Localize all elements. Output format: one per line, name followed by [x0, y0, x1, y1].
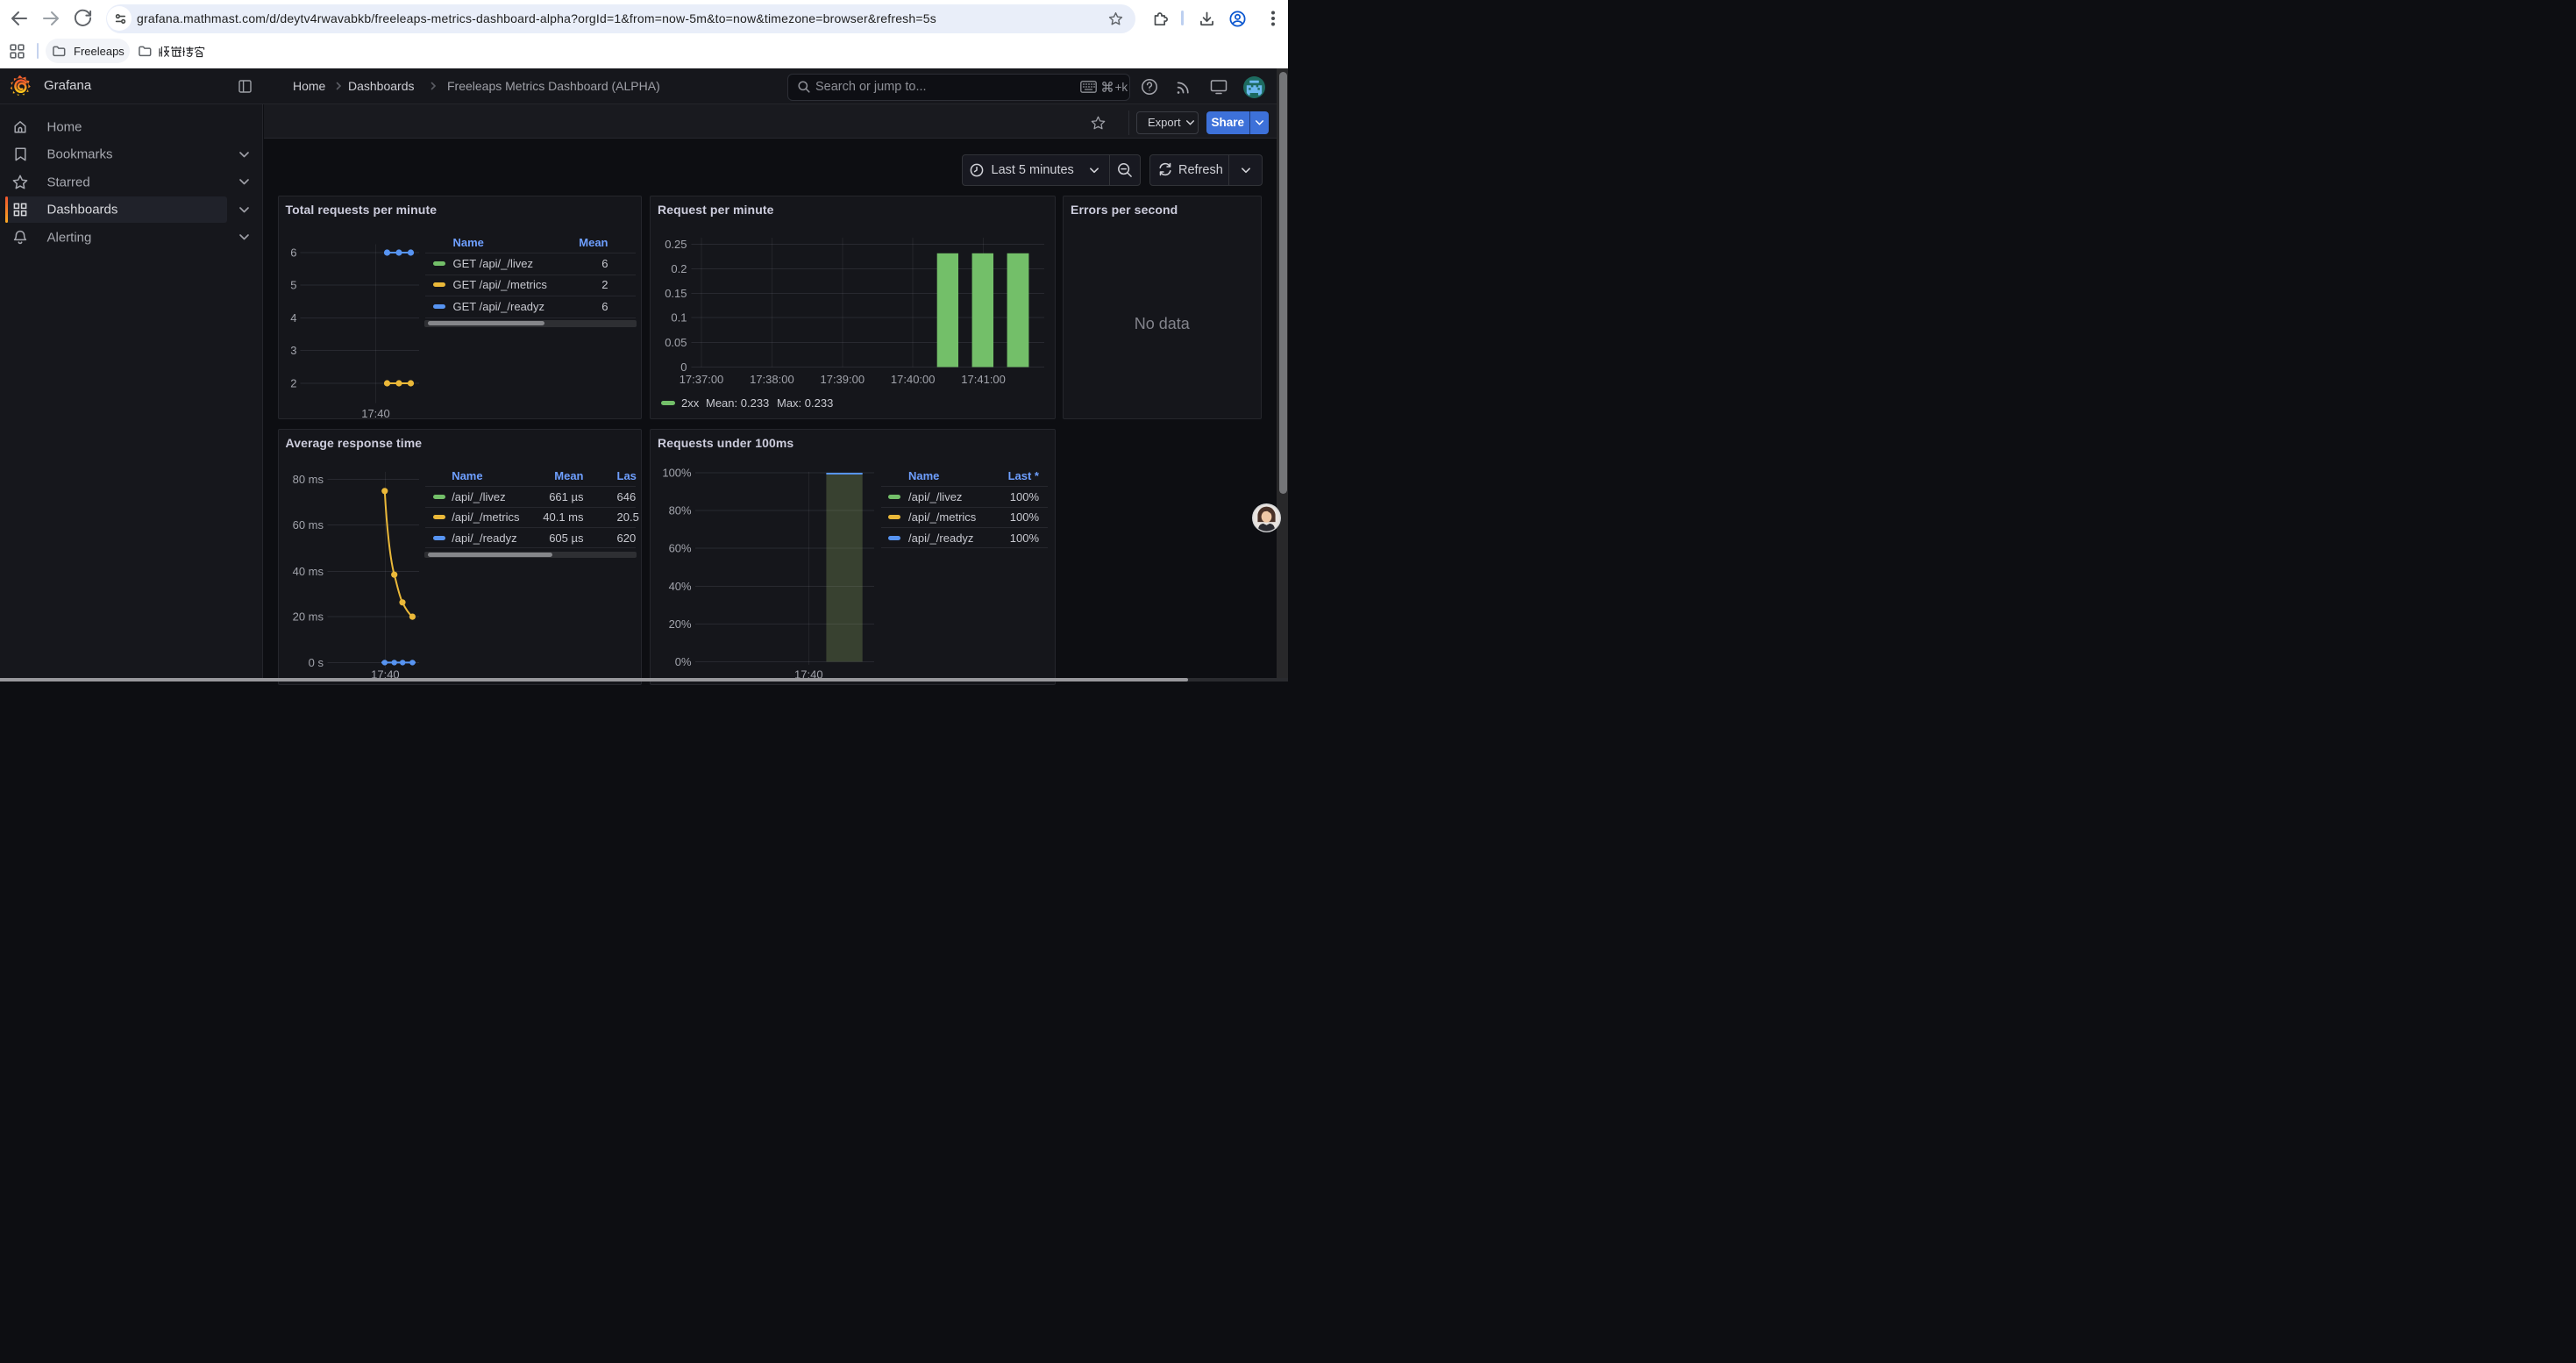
svg-text:40%: 40% [669, 579, 692, 592]
svg-text:0%: 0% [675, 654, 692, 667]
svg-text:20 ms: 20 ms [292, 610, 324, 623]
svg-text:80 ms: 80 ms [292, 472, 324, 485]
svg-text:40 ms: 40 ms [292, 564, 324, 577]
svg-text:20%: 20% [669, 617, 692, 630]
svg-text:0.05: 0.05 [665, 336, 687, 349]
svg-text:17:40: 17:40 [361, 407, 390, 420]
svg-text:80%: 80% [669, 503, 692, 517]
svg-text:0.15: 0.15 [665, 287, 687, 300]
svg-text:0.1: 0.1 [671, 310, 687, 324]
svg-text:0: 0 [680, 360, 687, 374]
svg-text:3: 3 [290, 344, 296, 357]
svg-text:17:40:00: 17:40:00 [891, 373, 936, 386]
svg-text:0.2: 0.2 [671, 262, 687, 275]
svg-text:60%: 60% [669, 541, 692, 554]
svg-text:0 s: 0 s [308, 655, 324, 668]
svg-text:100%: 100% [662, 466, 692, 479]
svg-text:17:41:00: 17:41:00 [961, 373, 1006, 386]
svg-text:5: 5 [290, 278, 296, 291]
svg-text:4: 4 [290, 311, 296, 325]
svg-text:0.25: 0.25 [665, 238, 687, 251]
svg-text:2: 2 [290, 376, 296, 389]
svg-text:6: 6 [290, 246, 296, 259]
svg-text:17:38:00: 17:38:00 [750, 373, 794, 386]
svg-text:17:39:00: 17:39:00 [820, 373, 865, 386]
svg-text:17:37:00: 17:37:00 [680, 373, 724, 386]
svg-text:60 ms: 60 ms [292, 517, 324, 531]
